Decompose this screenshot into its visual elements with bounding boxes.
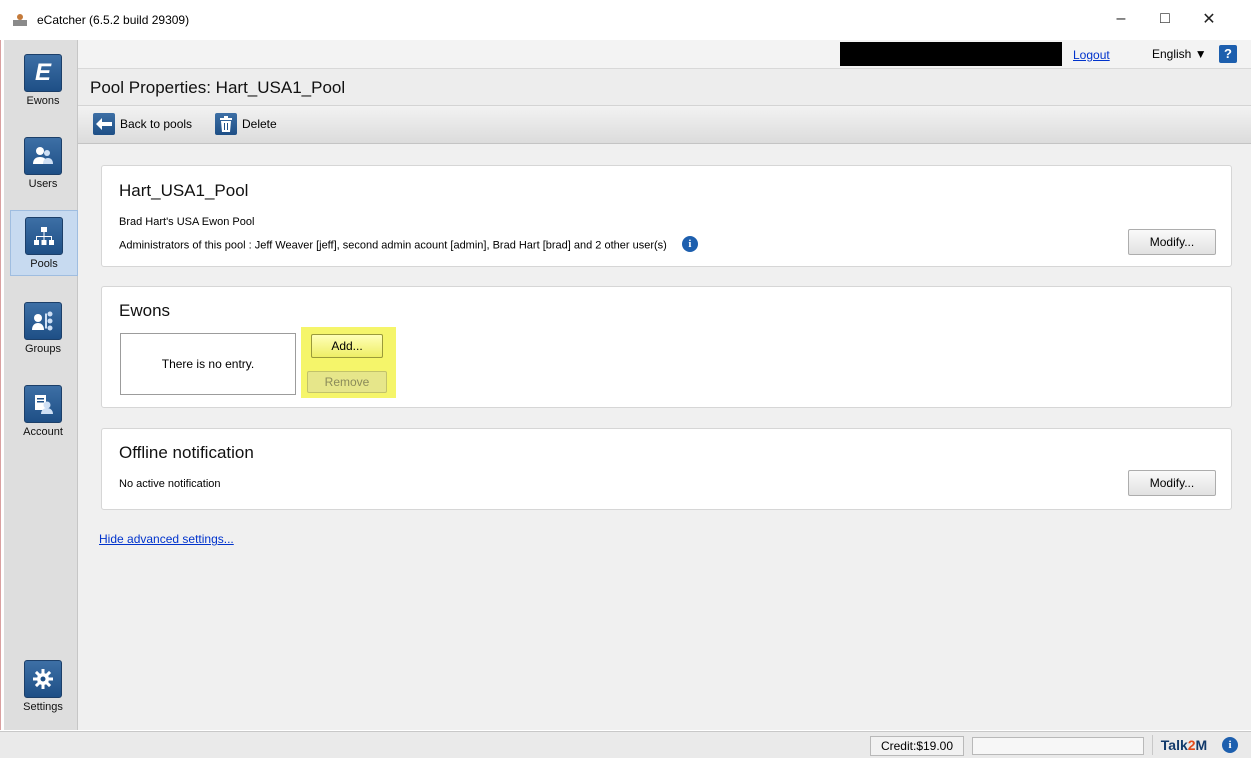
hide-advanced-settings-link[interactable]: Hide advanced settings...	[99, 532, 234, 546]
main-content: Hart_USA1_Pool Brad Hart's USA Ewon Pool…	[78, 144, 1251, 730]
info-icon[interactable]: i	[1222, 737, 1238, 753]
empty-list-text: There is no entry.	[161, 357, 255, 371]
groups-icon	[24, 302, 62, 340]
back-to-pools-button[interactable]: Back to pools	[93, 113, 192, 135]
delete-button[interactable]: Delete	[215, 113, 277, 135]
toolbar: Back to pools Delete	[78, 106, 1251, 144]
top-strip: Logout English ▼ ?	[78, 40, 1251, 69]
pool-info-panel: Hart_USA1_Pool Brad Hart's USA Ewon Pool…	[101, 165, 1232, 267]
sidebar-item-pools[interactable]: Pools	[10, 210, 78, 276]
arrow-left-icon	[93, 113, 115, 135]
window-title: eCatcher (6.5.2 build 29309)	[37, 13, 190, 27]
delete-label: Delete	[242, 117, 277, 131]
help-icon[interactable]: ?	[1219, 45, 1237, 63]
redacted-user-name	[840, 42, 1062, 66]
sidebar-item-ewons[interactable]: E Ewons	[10, 54, 76, 107]
info-icon[interactable]: i	[681, 236, 698, 252]
ewons-title: Ewons	[119, 301, 171, 320]
users-icon	[24, 137, 62, 175]
gear-icon	[24, 660, 62, 698]
sidebar-item-label: Account	[23, 426, 63, 438]
page-title: Pool Properties: Hart_USA1_Pool	[90, 78, 346, 97]
sidebar-item-users[interactable]: Users	[10, 137, 76, 190]
window-border-accent	[0, 40, 1, 730]
remove-ewon-button[interactable]: Remove	[307, 371, 387, 393]
credit-display: Credit:$19.00	[870, 736, 964, 756]
status-bar: Credit:$19.00 Talk 2 M i	[0, 731, 1251, 758]
pools-icon	[25, 217, 63, 255]
minimize-button[interactable]: –	[1099, 4, 1143, 34]
pool-administrators: Administrators of this pool : Jeff Weave…	[119, 236, 698, 252]
sidebar-item-groups[interactable]: Groups	[10, 302, 76, 355]
talk2m-logo: Talk 2 M	[1152, 735, 1215, 755]
close-button[interactable]: ✕	[1187, 4, 1231, 34]
offline-notification-title: Offline notification	[119, 443, 254, 462]
sidebar-item-settings[interactable]: Settings	[10, 660, 76, 713]
add-ewon-button[interactable]: Add...	[311, 334, 383, 358]
pool-name: Hart_USA1_Pool	[119, 181, 249, 200]
ecatcher-app-icon	[13, 14, 27, 26]
sidebar-item-label: Ewons	[26, 95, 60, 107]
offline-notification-status: No active notification	[119, 478, 221, 490]
trash-icon	[215, 113, 237, 135]
sidebar-item-label: Groups	[24, 343, 62, 355]
sidebar-item-account[interactable]: Account	[10, 385, 76, 438]
offline-notification-panel: Offline notification No active notificat…	[101, 428, 1232, 510]
ewon-logo-icon: E	[24, 54, 62, 92]
sidebar: E Ewons Users Pools Groups Account Setti…	[4, 40, 78, 730]
ewons-list[interactable]: There is no entry.	[120, 333, 296, 395]
language-dropdown[interactable]: English ▼	[1152, 47, 1207, 61]
ewons-panel: Ewons There is no entry. Add... Remove	[101, 286, 1232, 408]
logout-link[interactable]: Logout	[1073, 48, 1110, 62]
progress-bar	[972, 737, 1144, 755]
sidebar-item-label: Settings	[23, 701, 63, 713]
account-icon	[24, 385, 62, 423]
window-title-bar: eCatcher (6.5.2 build 29309) – □ ✕	[0, 0, 1251, 40]
sidebar-item-label: Pools	[30, 258, 58, 270]
page-header: Pool Properties: Hart_USA1_Pool	[78, 69, 1251, 106]
maximize-button[interactable]: □	[1143, 4, 1187, 34]
pool-description: Brad Hart's USA Ewon Pool	[119, 216, 255, 228]
modify-notification-button[interactable]: Modify...	[1128, 470, 1216, 496]
back-to-pools-label: Back to pools	[120, 117, 193, 131]
administrators-text: Administrators of this pool : Jeff Weave…	[119, 239, 667, 252]
sidebar-item-label: Users	[28, 178, 58, 190]
modify-pool-button[interactable]: Modify...	[1128, 229, 1216, 255]
